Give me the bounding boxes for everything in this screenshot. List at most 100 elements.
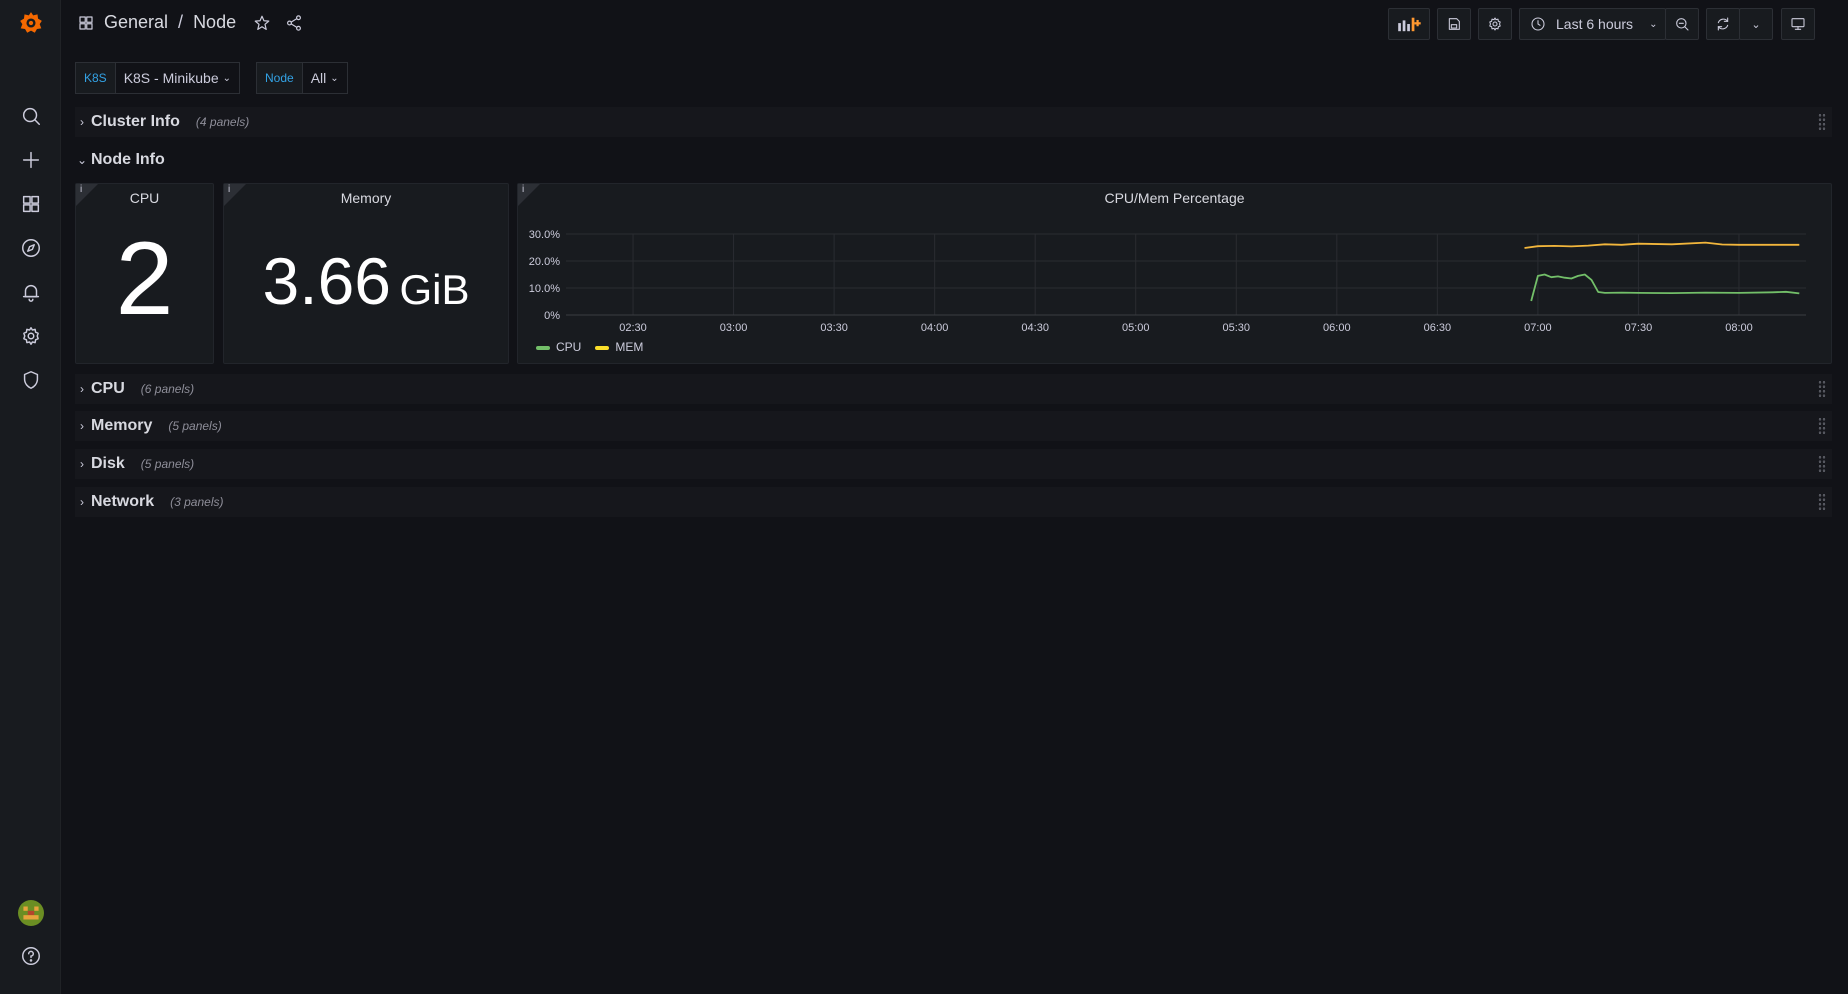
gear-icon xyxy=(1489,17,1501,31)
breadcrumb-folder[interactable]: General xyxy=(104,12,168,33)
row-title: Node Info xyxy=(91,151,165,168)
explore-icon[interactable] xyxy=(15,232,47,264)
row-network[interactable]: › Network (3 panels) xyxy=(75,487,1832,517)
x-tick-label: 03:00 xyxy=(720,322,748,334)
panel-title: CPU/Mem Percentage xyxy=(1104,190,1245,206)
row-cpu[interactable]: › CPU (6 panels) xyxy=(75,374,1832,404)
x-tick-label: 04:30 xyxy=(1021,322,1049,334)
settings-button[interactable] xyxy=(1478,8,1512,40)
legend-item-mem[interactable]: MEM xyxy=(595,340,643,354)
tv-mode-button[interactable] xyxy=(1781,8,1815,40)
page-title[interactable]: Node xyxy=(193,12,236,33)
share-icon[interactable] xyxy=(284,13,304,33)
plus-icon[interactable] xyxy=(15,144,47,176)
chart-legend: CPU MEM xyxy=(536,340,643,354)
x-tick-label: 03:30 xyxy=(820,322,848,334)
chevron-down-icon: ⌄ xyxy=(1751,18,1761,31)
x-tick-label: 07:00 xyxy=(1524,322,1552,334)
dashboard-main: General / Node Last 6 hours ⌄ ⌄ K8S K8S … xyxy=(61,0,1848,994)
chevron-right-icon: › xyxy=(80,457,84,471)
variable-select-node[interactable]: All ⌄ xyxy=(302,62,348,94)
variable-value: K8S - Minikube xyxy=(123,70,219,86)
drag-handle-icon[interactable] xyxy=(1818,380,1826,398)
legend-item-cpu[interactable]: CPU xyxy=(536,340,581,354)
help-icon[interactable] xyxy=(15,940,47,972)
legend-label: CPU xyxy=(556,340,582,354)
shield-icon[interactable] xyxy=(15,364,47,396)
row-title: Cluster Info xyxy=(91,113,180,130)
y-tick-label: 0% xyxy=(544,310,560,322)
avatar[interactable] xyxy=(15,897,47,929)
row-memory[interactable]: › Memory (5 panels) xyxy=(75,411,1832,441)
drag-handle-icon[interactable] xyxy=(1818,113,1826,131)
chevron-down-icon: ⌄ xyxy=(1649,18,1658,30)
chevron-down-icon: ⌄ xyxy=(76,153,88,167)
dashboards-icon[interactable] xyxy=(15,188,47,220)
monitor-icon xyxy=(1791,18,1805,30)
chevron-right-icon: › xyxy=(80,382,84,396)
variable-label-k8s: K8S xyxy=(75,62,116,94)
chevron-down-icon: ⌄ xyxy=(330,72,339,84)
row-cluster-info[interactable]: › Cluster Info (4 panels) xyxy=(75,107,1832,137)
alert-bell-icon[interactable] xyxy=(15,276,47,308)
stat-value: 3.66 xyxy=(262,244,391,318)
grafana-logo-icon[interactable] xyxy=(15,7,47,39)
variable-value: All xyxy=(310,70,327,86)
topbar: General / Node Last 6 hours ⌄ ⌄ xyxy=(61,0,1848,46)
drag-handle-icon[interactable] xyxy=(1818,417,1826,435)
panel-cpu-stat[interactable]: i CPU 2 xyxy=(75,183,214,364)
panel-cpu-mem-chart[interactable]: i CPU/Mem Percentage 0% 10.0% 20.0% 30.0% 02… xyxy=(517,183,1832,364)
y-tick-label: 10.0% xyxy=(529,283,560,295)
gear-icon[interactable] xyxy=(15,320,47,352)
chevron-right-icon: › xyxy=(80,115,84,129)
x-tick-label: 07:30 xyxy=(1625,322,1653,334)
chevron-down-icon: ⌄ xyxy=(222,72,232,84)
row-title: CPU xyxy=(91,380,125,397)
x-tick-label: 04:00 xyxy=(921,322,949,334)
row-node-info[interactable]: ⌄ Node Info xyxy=(75,145,1832,175)
y-tick-label: 20.0% xyxy=(529,256,560,268)
row-panel-count: (5 panels) xyxy=(140,457,195,471)
stat-display: 3.66 GiB xyxy=(224,246,508,335)
time-range-label: Last 6 hours xyxy=(1556,16,1634,32)
stat-value: 2 xyxy=(115,221,174,337)
legend-swatch xyxy=(536,345,550,350)
variable-select-k8s[interactable]: K8S - Minikube ⌄ xyxy=(115,62,241,94)
panel-title: Memory xyxy=(340,190,392,206)
drag-handle-icon[interactable] xyxy=(1818,493,1826,511)
row-panel-count: (4 panels) xyxy=(195,115,250,129)
x-tick-label: 06:30 xyxy=(1424,322,1452,334)
panel-title: CPU xyxy=(129,190,160,206)
refresh-interval-dropdown[interactable]: ⌄ xyxy=(1739,8,1773,40)
refresh-button[interactable] xyxy=(1706,8,1740,40)
dashboards-icon xyxy=(79,15,93,30)
x-tick-label: 02:30 xyxy=(619,322,647,334)
search-icon[interactable] xyxy=(15,100,47,132)
zoom-out-button[interactable] xyxy=(1665,8,1699,40)
clock-icon xyxy=(1531,17,1545,31)
y-tick-label: 30.0% xyxy=(529,229,560,241)
time-picker[interactable]: Last 6 hours ⌄ xyxy=(1519,8,1666,40)
variable-label-node: Node xyxy=(256,62,303,94)
drag-handle-icon[interactable] xyxy=(1818,455,1826,473)
x-tick-label: 05:00 xyxy=(1122,322,1150,334)
sidebar xyxy=(0,0,61,994)
row-disk[interactable]: › Disk (5 panels) xyxy=(75,449,1832,479)
row-panel-count: (6 panels) xyxy=(140,382,195,396)
x-tick-label: 06:00 xyxy=(1323,322,1351,334)
star-icon[interactable] xyxy=(252,13,272,33)
legend-swatch xyxy=(595,345,610,350)
add-panel-button[interactable] xyxy=(1388,8,1430,40)
stat-unit: GiB xyxy=(399,266,470,313)
cpu-mem-chart: 0% 10.0% 20.0% 30.0% 02:30 03:00 03:30 04:00 04:… xyxy=(529,229,1806,334)
row-title: Network xyxy=(91,493,155,510)
breadcrumb-separator: / xyxy=(178,12,184,32)
chevron-right-icon: › xyxy=(80,495,84,509)
x-tick-label: 05:30 xyxy=(1223,322,1251,334)
row-panel-count: (5 panels) xyxy=(168,419,222,433)
chevron-right-icon: › xyxy=(80,419,84,433)
panel-memory-stat[interactable]: i Memory 3.66 GiB xyxy=(223,183,509,364)
save-button[interactable] xyxy=(1437,8,1471,40)
row-title: Disk xyxy=(91,455,125,472)
variables-bar: K8S K8S - Minikube ⌄ Node All ⌄ xyxy=(75,62,364,94)
